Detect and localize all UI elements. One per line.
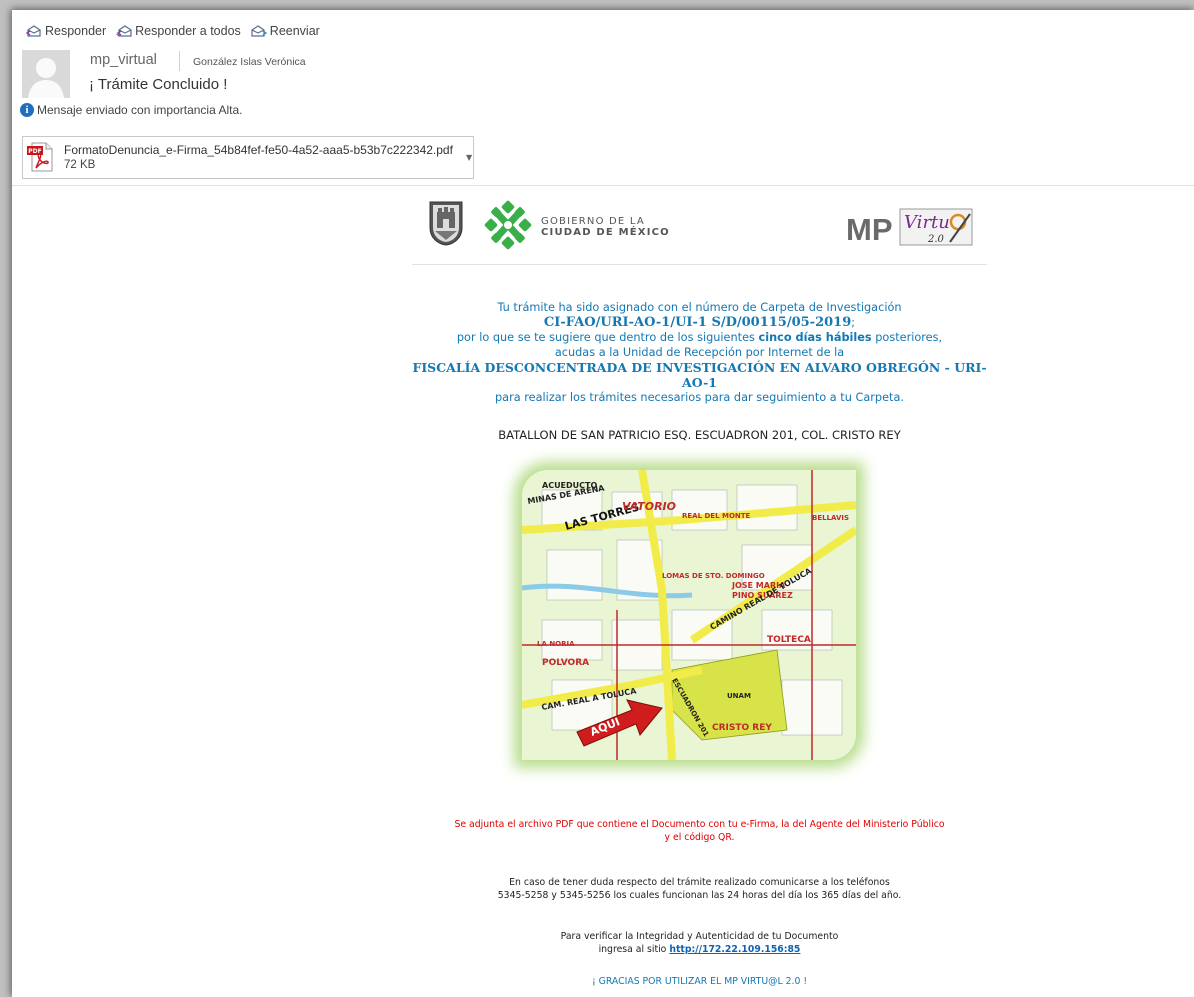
- map-label-polvora: POLVORA: [542, 658, 589, 668]
- fiscalia-name: FISCALÍA DESCONCENTRADA DE INVESTIGACIÓN…: [412, 360, 987, 390]
- mexico-city-seal-icon: [429, 201, 463, 246]
- chevron-down-icon[interactable]: ▼: [466, 153, 472, 162]
- forward-button[interactable]: Reenviar: [251, 24, 320, 38]
- mp-brand-text: MP: [846, 212, 893, 247]
- map-label-unam: UNAM: [727, 692, 751, 700]
- header-separator: [179, 51, 180, 71]
- reply-icon: [26, 25, 41, 37]
- attachment-size: 72 KB: [64, 159, 96, 171]
- contact-info: En caso de tener duda respecto del trámi…: [412, 876, 987, 902]
- gov-line-2: CIUDAD DE MÉXICO: [541, 227, 670, 238]
- message-line-3: por lo que se te sugiere que dentro de l…: [412, 330, 987, 345]
- cdmx-logo-icon: [484, 200, 532, 250]
- message-line-1: Tu trámite ha sido asignado con el númer…: [497, 301, 902, 314]
- map-label-real-monte: REAL DEL MONTE: [682, 512, 751, 520]
- pdf-file-icon: PDF: [27, 142, 53, 172]
- info-icon: i: [20, 103, 34, 117]
- forward-label: Reenviar: [269, 24, 320, 38]
- reply-all-button[interactable]: Responder a todos: [116, 24, 241, 38]
- person-icon: [22, 50, 70, 98]
- line3-text-a: por lo que se te sugiere que dentro de l…: [456, 331, 759, 344]
- deadline-emphasis: cinco días hábiles: [758, 331, 872, 344]
- email-reading-pane: Responder Responder a todos Reenviar mp_…: [12, 10, 1194, 997]
- verify-prefix: ingresa al sitio: [598, 944, 670, 955]
- map-label-vatorio: VATORIO: [622, 500, 676, 513]
- verify-line-2: ingresa al sitio http://172.22.109.156:8…: [412, 943, 987, 956]
- map-label-la-noria: LA NORIA: [537, 640, 575, 648]
- email-subject: ¡ Trámite Concluido !: [89, 76, 228, 93]
- contact-line-2: 5345-5258 y 5345-5256 los cuales funcion…: [497, 890, 902, 901]
- message-line-4: acudas a la Unidad de Recepción por Inte…: [554, 346, 845, 359]
- verification-info: Para verificar la Integridad y Autentici…: [412, 930, 987, 956]
- attachment-notice: Se adjunta el archivo PDF que contiene e…: [412, 818, 987, 844]
- message-actions: Responder Responder a todos Reenviar: [26, 24, 330, 38]
- location-map: ACUEDUCTO MINAS DE ARENA LAS TORRES VATO…: [522, 470, 856, 760]
- government-name: GOBIERNO DE LA CIUDAD DE MÉXICO: [541, 216, 670, 238]
- reply-all-icon: [116, 25, 132, 37]
- avatar[interactable]: [22, 50, 70, 98]
- gov-line-1: GOBIERNO DE LA: [541, 216, 645, 227]
- forward-icon: [251, 25, 267, 37]
- folder-number: CI-FAO/URI-AO-1/UI-1 S/D/00115/05-2019: [543, 315, 852, 330]
- folder-line: CI-FAO/URI-AO-1/UI-1 S/D/00115/05-2019;: [412, 315, 987, 330]
- verification-link[interactable]: http://172.22.109.156:85: [669, 944, 800, 955]
- mp-script-text: Virtu: [904, 212, 950, 233]
- map-graphic: ACUEDUCTO MINAS DE ARENA LAS TORRES VATO…: [522, 470, 856, 760]
- line3-text-b: posteriores,: [871, 331, 943, 344]
- thanks-message: ¡ GRACIAS POR UTILIZAR EL MP VIRTU@L 2.0…: [591, 976, 808, 987]
- recipient-name[interactable]: González Islas Verónica: [193, 56, 306, 68]
- map-label-bellavis: BELLAVIS: [812, 514, 849, 522]
- mp-virtual-logo-icon: MP Virtu 2.0: [846, 208, 973, 247]
- importance-text: Mensaje enviado con importancia Alta.: [37, 103, 243, 117]
- contact-line-1: En caso de tener duda respecto del trámi…: [509, 877, 890, 888]
- reply-button[interactable]: Responder: [26, 24, 106, 38]
- attachment-filename: FormatoDenuncia_e-Firma_54b84fef-fe50-4a…: [64, 143, 453, 157]
- mp-version-text: 2.0: [927, 234, 945, 245]
- logo-banner: GOBIERNO DE LA CIUDAD DE MÉXICO MP Virtu…: [412, 192, 987, 265]
- attachment-item[interactable]: PDF FormatoDenuncia_e-Firma_54b84fef-fe5…: [22, 136, 474, 179]
- reply-all-label: Responder a todos: [135, 24, 241, 38]
- reply-label: Responder: [45, 24, 107, 38]
- verify-line-1: Para verificar la Integridad y Autentici…: [560, 931, 839, 942]
- header-divider: [12, 185, 1194, 186]
- message-line-6: para realizar los trámites necesarios pa…: [495, 391, 904, 404]
- notice-line-2: y el código QR.: [664, 832, 735, 843]
- case-message: Tu trámite ha sido asignado con el númer…: [412, 300, 987, 405]
- sender-name[interactable]: mp_virtual: [90, 52, 157, 68]
- map-label-tolteca: TOLTECA: [767, 635, 811, 645]
- importance-notice: i Mensaje enviado con importancia Alta.: [20, 103, 242, 117]
- map-label-cristo-rey: CRISTO REY: [712, 723, 772, 733]
- folder-suffix: ;: [851, 316, 856, 329]
- map-label-lomas: LOMAS DE STO. DOMINGO: [662, 572, 765, 580]
- notice-line-1: Se adjunta el archivo PDF que contiene e…: [454, 819, 945, 830]
- office-address: BATALLON DE SAN PATRICIO ESQ. ESCUADRON …: [498, 428, 901, 442]
